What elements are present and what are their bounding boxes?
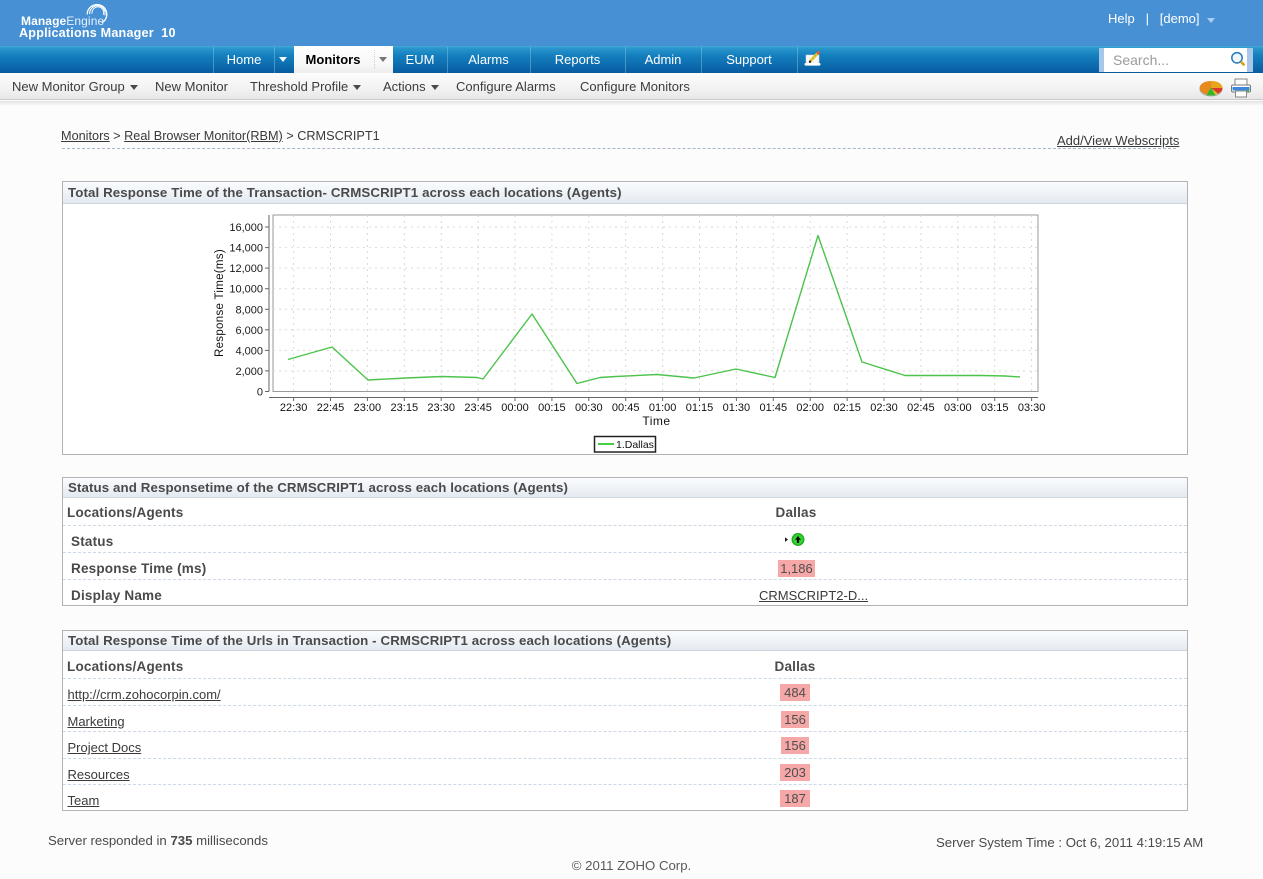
svg-text:23:45: 23:45 [464, 402, 492, 414]
svg-text:03:15: 03:15 [981, 402, 1009, 414]
svg-text:6,000: 6,000 [235, 325, 263, 337]
svg-text:02:45: 02:45 [907, 402, 935, 414]
svg-text:0: 0 [257, 387, 263, 399]
svg-text:Response Time(ms): Response Time(ms) [214, 249, 226, 357]
svg-text:8,000: 8,000 [235, 304, 263, 316]
svg-text:01:30: 01:30 [723, 402, 751, 414]
svg-text:02:30: 02:30 [870, 402, 898, 414]
svg-text:02:00: 02:00 [796, 402, 824, 414]
svg-text:14,000: 14,000 [229, 243, 263, 255]
svg-text:12,000: 12,000 [229, 263, 263, 275]
svg-text:03:30: 03:30 [1018, 402, 1046, 414]
svg-text:23:15: 23:15 [391, 402, 419, 414]
svg-text:00:00: 00:00 [501, 402, 529, 414]
svg-text:00:45: 00:45 [612, 402, 640, 414]
svg-text:01:15: 01:15 [686, 402, 714, 414]
svg-text:2,000: 2,000 [235, 366, 263, 378]
svg-text:10,000: 10,000 [229, 284, 263, 296]
svg-text:23:00: 23:00 [354, 402, 382, 414]
svg-text:00:15: 00:15 [538, 402, 566, 414]
svg-text:02:15: 02:15 [833, 402, 861, 414]
svg-text:01:00: 01:00 [649, 402, 677, 414]
svg-text:Time: Time [642, 414, 670, 428]
svg-text:00:30: 00:30 [575, 402, 603, 414]
svg-text:22:30: 22:30 [280, 402, 308, 414]
svg-text:4,000: 4,000 [235, 345, 263, 357]
svg-text:1.Dallas: 1.Dallas [616, 439, 654, 451]
svg-text:01:45: 01:45 [760, 402, 788, 414]
svg-text:22:45: 22:45 [317, 402, 345, 414]
svg-text:03:00: 03:00 [944, 402, 972, 414]
svg-text:23:30: 23:30 [427, 402, 455, 414]
svg-text:16,000: 16,000 [229, 222, 263, 234]
